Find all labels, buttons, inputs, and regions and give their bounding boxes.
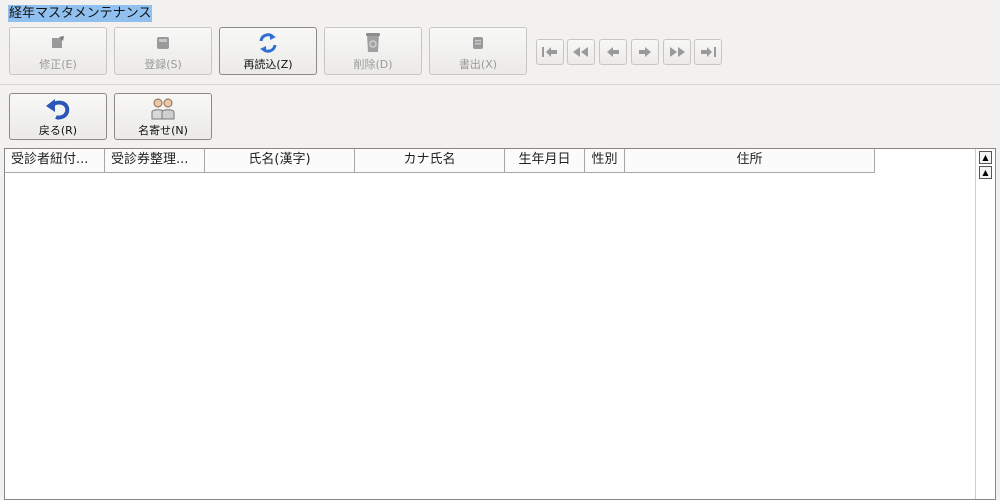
fast-rewind-icon bbox=[573, 47, 588, 57]
trash-icon bbox=[364, 32, 382, 54]
first-record-icon bbox=[542, 47, 557, 57]
delete-button[interactable]: 削除(D) bbox=[324, 27, 422, 75]
scroll-up-arrow-icon[interactable]: ▲ bbox=[979, 166, 992, 179]
column-header-address[interactable]: 住所 bbox=[625, 149, 875, 172]
toolbar-separator bbox=[0, 84, 1000, 85]
vertical-scrollbar[interactable]: ▲ ▲ bbox=[975, 149, 995, 499]
fast-forward-icon bbox=[670, 47, 685, 57]
column-header-birthdate[interactable]: 生年月日 bbox=[505, 149, 585, 172]
delete-button-label: 削除(D) bbox=[353, 58, 393, 71]
reload-button-label: 再読込(Z) bbox=[243, 58, 293, 71]
edit-icon bbox=[50, 32, 66, 54]
export-button-label: 書出(X) bbox=[458, 58, 498, 71]
last-record-button[interactable] bbox=[694, 39, 722, 65]
register-button-label: 登録(S) bbox=[144, 58, 182, 71]
edit-button[interactable]: 修正(E) bbox=[9, 27, 107, 75]
next-record-button[interactable] bbox=[631, 39, 659, 65]
register-button[interactable]: 登録(S) bbox=[114, 27, 212, 75]
first-record-button[interactable] bbox=[536, 39, 564, 65]
reload-button[interactable]: 再読込(Z) bbox=[219, 27, 317, 75]
previous-record-button[interactable] bbox=[599, 39, 627, 65]
fast-forward-button[interactable] bbox=[663, 39, 691, 65]
reload-icon bbox=[258, 32, 278, 54]
record-table[interactable]: 受診者紐付... 受診券整理... 氏名(漢字) カナ氏名 生年月日 性別 住所… bbox=[4, 148, 996, 500]
name-search-button[interactable]: 名寄せ(N) bbox=[114, 93, 212, 140]
export-button[interactable]: 書出(X) bbox=[429, 27, 527, 75]
column-header-name-kana[interactable]: カナ氏名 bbox=[355, 149, 505, 172]
previous-record-icon bbox=[607, 47, 619, 57]
people-icon bbox=[150, 98, 176, 120]
save-icon bbox=[155, 32, 171, 54]
edit-button-label: 修正(E) bbox=[39, 58, 77, 71]
next-record-icon bbox=[639, 47, 651, 57]
column-header-examinee-link[interactable]: 受診者紐付... bbox=[5, 149, 105, 172]
fast-rewind-button[interactable] bbox=[567, 39, 595, 65]
column-header-name-kanji[interactable]: 氏名(漢字) bbox=[205, 149, 355, 172]
back-button[interactable]: 戻る(R) bbox=[9, 93, 107, 140]
export-icon bbox=[470, 32, 486, 54]
table-header: 受診者紐付... 受診券整理... 氏名(漢字) カナ氏名 生年月日 性別 住所 bbox=[5, 149, 875, 173]
column-header-ticket-number[interactable]: 受診券整理... bbox=[105, 149, 205, 172]
scroll-up-arrow-icon[interactable]: ▲ bbox=[979, 151, 992, 164]
column-header-gender[interactable]: 性別 bbox=[585, 149, 625, 172]
back-button-label: 戻る(R) bbox=[38, 124, 78, 137]
back-arrow-icon bbox=[43, 98, 73, 120]
window-title: 経年マスタメンテナンス bbox=[8, 5, 153, 22]
name-search-button-label: 名寄せ(N) bbox=[138, 124, 188, 137]
last-record-icon bbox=[701, 47, 716, 57]
